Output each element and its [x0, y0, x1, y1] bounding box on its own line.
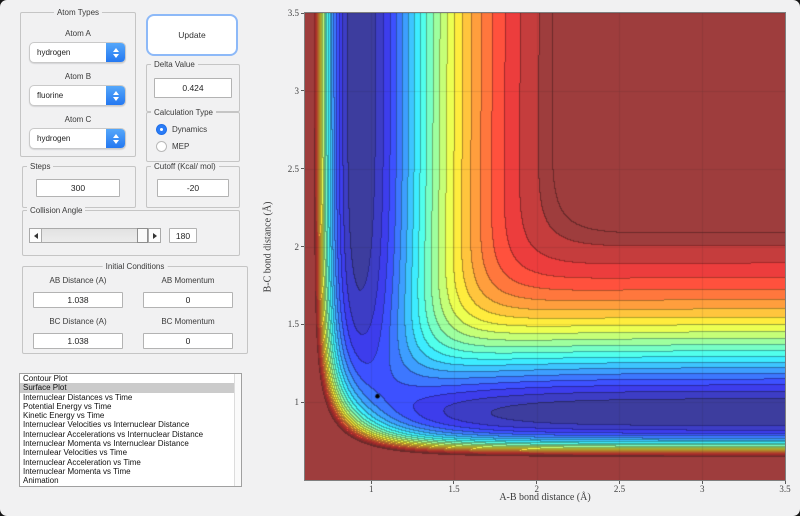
atom-c-dropdown[interactable]: hydrogen — [29, 128, 126, 149]
x-tick-label: 1.5 — [448, 484, 460, 494]
atom-b-value: fluorine — [37, 91, 64, 100]
plot-type-listbox[interactable]: Contour Plot Surface Plot Internuclear Dis… — [19, 373, 242, 487]
bc-distance-field[interactable] — [33, 333, 123, 349]
y-tick-label: 1.5 — [287, 319, 299, 330]
radio-mep-label: MEP — [172, 142, 190, 151]
y-axis-label: B-C bond distance (Å) — [262, 201, 274, 293]
atom-a-dropdown[interactable]: hydrogen — [29, 42, 126, 63]
cutoff-field[interactable] — [157, 179, 229, 197]
bc-momentum-label: BC Momentum — [161, 317, 215, 326]
list-item[interactable]: Internuclear Distances vs Time — [20, 393, 241, 402]
x-axis-label: A-B bond distance (Å) — [499, 492, 591, 503]
ab-distance-field[interactable] — [33, 292, 123, 308]
listbox-scrollbar[interactable] — [234, 374, 241, 486]
atom-types-panel: Atom Types Atom A hydrogen Atom B fluori… — [20, 8, 136, 157]
list-item[interactable]: Contour Plot — [20, 374, 241, 383]
initial-conditions-title: Initial Conditions — [102, 262, 168, 271]
list-item[interactable]: Internuclear Momenta vs Time — [20, 467, 241, 476]
collision-angle-panel: Collision Angle — [22, 206, 240, 256]
chevron-up-down-icon — [106, 129, 125, 148]
y-tick-label: 2.5 — [287, 163, 299, 174]
bc-distance-label: BC Distance (A) — [49, 317, 107, 326]
atom-types-panel-title: Atom Types — [53, 8, 103, 17]
contour-plot — [305, 13, 785, 480]
list-item[interactable]: Internuclear Momenta vs Internuclear Dis… — [20, 439, 241, 448]
y-tick-label: 3.5 — [287, 8, 299, 18]
atom-a-label: Atom A — [65, 29, 91, 38]
x-tick-label: 3.5 — [779, 484, 791, 494]
cutoff-panel: Cutoff (Kcal/ mol) — [146, 162, 240, 208]
list-item[interactable]: Internuclear Velocities vs Internuclear … — [20, 420, 241, 429]
collision-angle-field[interactable] — [169, 228, 197, 243]
list-item[interactable]: Surface Plot — [20, 383, 241, 393]
radio-button-icon — [156, 141, 167, 152]
steps-field[interactable] — [36, 179, 120, 197]
chevron-up-down-icon — [106, 43, 125, 62]
chevron-up-down-icon — [106, 86, 125, 105]
list-item[interactable]: Potential Energy vs Time — [20, 402, 241, 411]
arrow-right-icon — [152, 232, 157, 239]
list-item[interactable]: Internuclear Acceleration vs Time — [20, 458, 241, 467]
list-item[interactable]: Animation — [20, 476, 241, 485]
steps-title: Steps — [27, 162, 54, 171]
atom-b-label: Atom B — [64, 72, 92, 81]
x-tick-label: 1 — [368, 484, 374, 494]
atom-c-value: hydrogen — [37, 134, 71, 143]
y-tick-label: 3 — [294, 85, 300, 96]
collision-angle-title: Collision Angle — [27, 206, 86, 215]
x-tick-label: 2.5 — [613, 484, 626, 494]
atom-b-dropdown[interactable]: fluorine — [29, 85, 126, 106]
initial-conditions-panel: Initial Conditions AB Distance (A) AB Mo… — [22, 262, 248, 354]
collision-angle-slider[interactable] — [29, 228, 161, 243]
cutoff-title: Cutoff (Kcal/ mol) — [151, 162, 219, 171]
ab-momentum-label: AB Momentum — [161, 276, 215, 285]
list-item[interactable]: Internuclear Accelerations vs Internucle… — [20, 430, 241, 439]
update-button[interactable]: Update — [146, 14, 238, 56]
app-window: Atom Types Atom A hydrogen Atom B fluori… — [0, 0, 800, 516]
delta-value-title: Delta Value — [151, 60, 198, 69]
slider-right-arrow[interactable] — [148, 228, 161, 243]
radio-dynamics-label: Dynamics — [172, 125, 208, 134]
arrow-left-icon — [33, 232, 38, 239]
atom-a-value: hydrogen — [37, 48, 71, 57]
ab-momentum-field[interactable] — [143, 292, 233, 308]
steps-panel: Steps — [22, 162, 136, 208]
list-item[interactable]: Internulear Velocities vs Time — [20, 448, 241, 457]
plot-axes-frame — [304, 12, 786, 481]
atom-c-label: Atom C — [64, 115, 92, 124]
ab-distance-label: AB Distance (A) — [49, 276, 107, 285]
delta-value-panel: Delta Value — [146, 60, 240, 112]
calculation-type-title: Calculation Type — [151, 108, 216, 117]
slider-track[interactable] — [41, 228, 149, 243]
bc-momentum-field[interactable] — [143, 333, 233, 349]
radio-mep[interactable]: MEP — [156, 141, 189, 152]
x-tick-label: 3 — [699, 484, 705, 494]
y-tick-label: 1 — [294, 397, 300, 408]
radio-button-icon — [156, 124, 167, 135]
delta-value-field[interactable] — [154, 78, 232, 98]
radio-dynamics[interactable]: Dynamics — [156, 124, 207, 135]
calculation-type-panel: Calculation Type Dynamics MEP — [146, 108, 240, 162]
slider-thumb[interactable] — [137, 228, 148, 243]
list-item[interactable]: Kinetic Energy vs Time — [20, 411, 241, 420]
